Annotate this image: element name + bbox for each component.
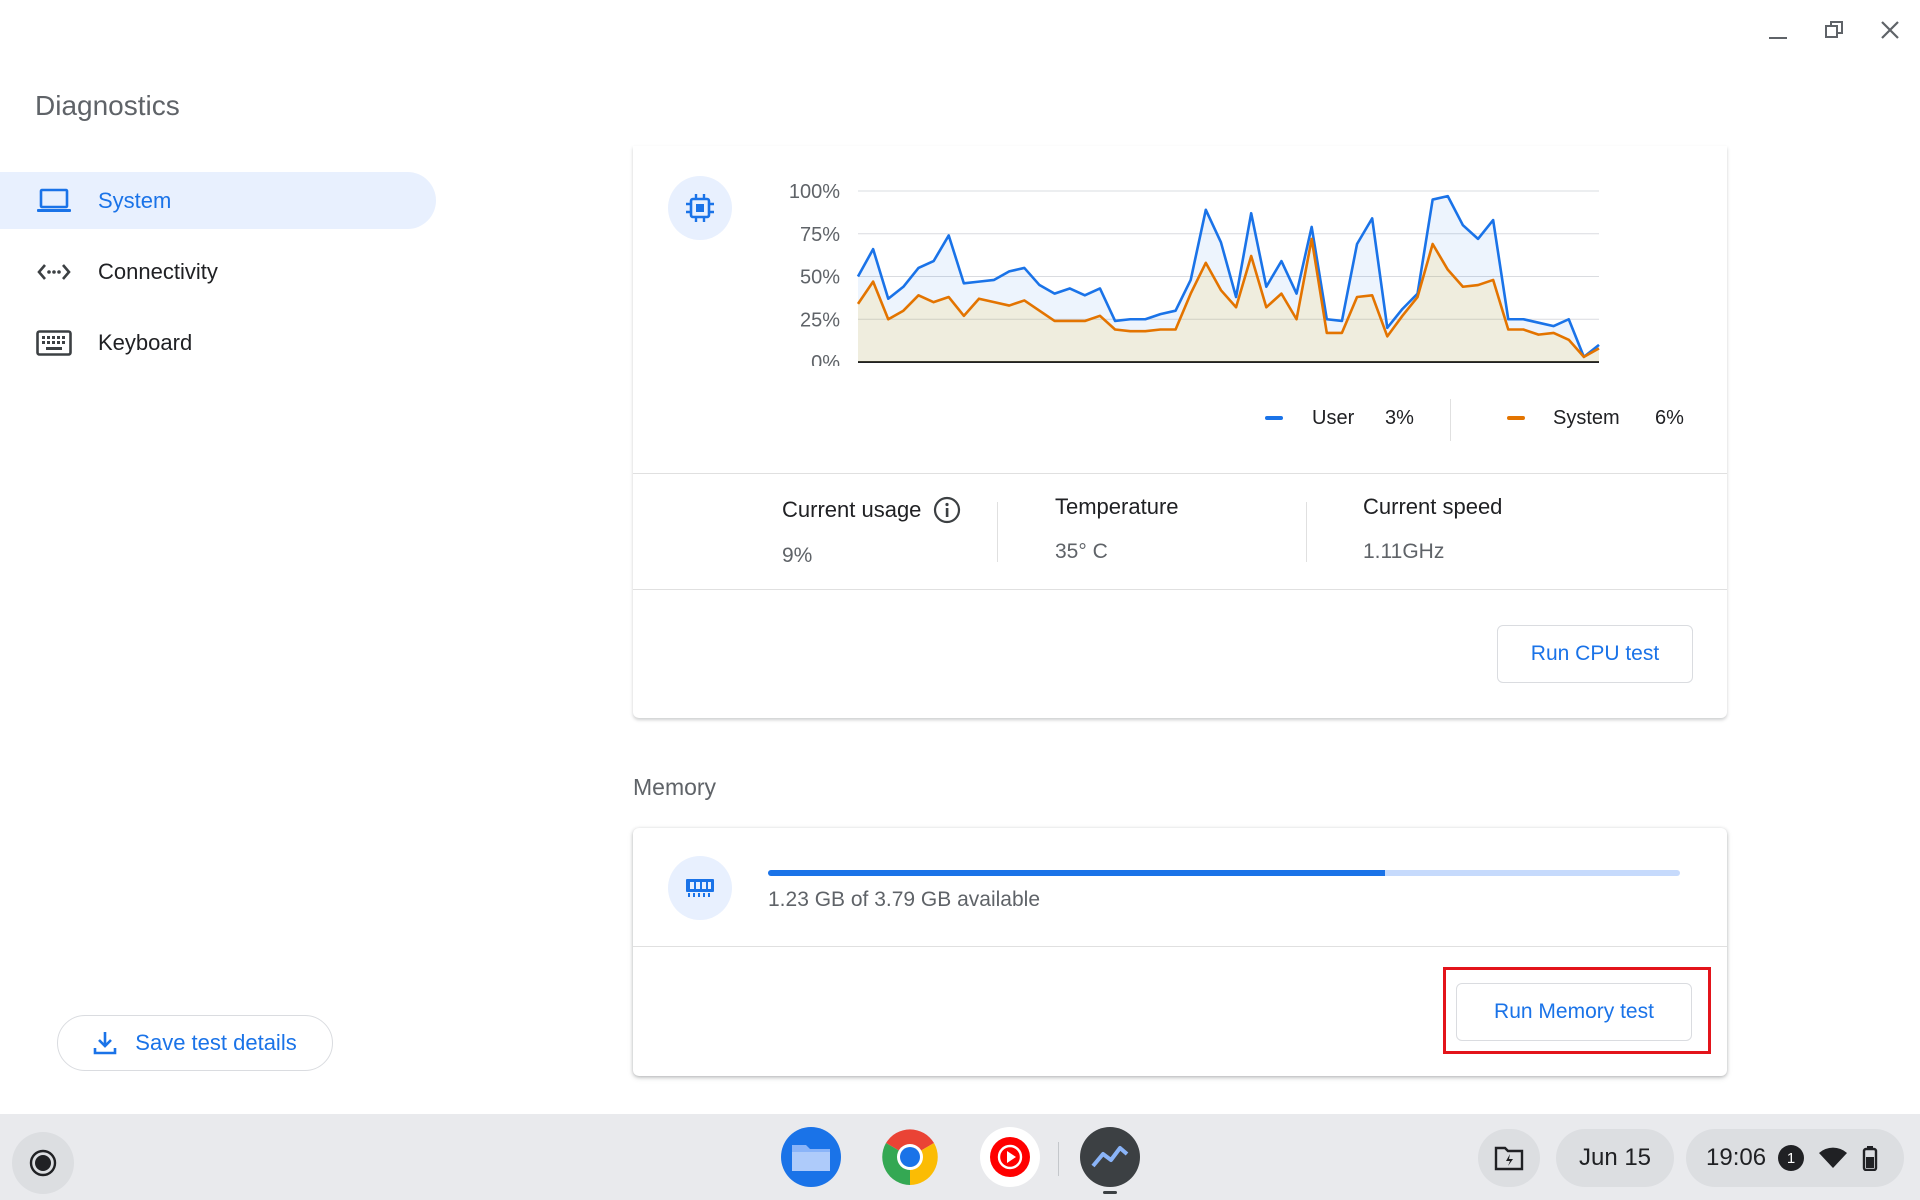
shelf-divider [1058,1142,1059,1176]
app-title: Diagnostics [35,90,180,121]
y-tick-label: 100% [789,181,840,203]
holding-space-button[interactable] [1478,1129,1540,1187]
keyboard-icon [36,329,72,357]
run-cpu-test-button[interactable]: Run CPU test [1497,625,1693,683]
files-icon [792,1145,830,1171]
y-tick-label: 25% [800,309,840,331]
chrome-icon [882,1129,938,1185]
launcher-icon [29,1149,57,1177]
memory-section-title: Memory [633,774,717,800]
legend-divider [1450,399,1451,441]
sidebar-item-connectivity[interactable]: Connectivity [0,243,436,300]
cpu-usage-chart: 100% 75% 50% 25% 0% [789,181,1600,366]
cpu-icon-circle [668,176,732,240]
temperature-value: 35° C [1055,540,1108,563]
cpu-card: 100% 75% 50% 25% 0% User 3% System 6% Curren… [633,146,1727,718]
legend-user-value: 3% [1385,407,1414,429]
battery-icon [1862,1146,1878,1171]
running-indicator [1103,1191,1117,1194]
time-text: 19:06 [1706,1144,1767,1171]
memory-icon-circle [668,856,732,920]
close-icon [1881,21,1899,39]
current-speed-label: Current speed [1363,494,1503,519]
user-legend-swatch [1265,416,1283,420]
system-legend-swatch [1507,416,1525,420]
current-usage-stat: Current usage 9% [782,496,961,568]
sidebar-item-label: Keyboard [98,329,193,355]
legend-system-label: System [1553,407,1620,429]
sidebar-nav: System Connectivity Keyboard [0,172,436,385]
window-controls [1762,14,1906,46]
current-usage-value: 9% [782,544,813,567]
legend-user-label: User [1312,407,1355,429]
youtube-music-app-button[interactable] [980,1127,1040,1187]
date-text: Jun 15 [1578,1144,1652,1171]
laptop-icon [36,187,72,215]
shelf: Jun 15 19:06 1 [0,1114,1920,1200]
sidebar-item-label: Connectivity [98,258,218,284]
current-speed-stat: Current speed 1.11GHz [1363,494,1502,564]
cpu-chart-legend: User 3% System 6% [633,399,1727,441]
divider [633,589,1727,590]
restore-button[interactable] [1818,14,1850,46]
date-tray[interactable]: Jun 15 [1556,1129,1674,1187]
y-tick-label: 0% [811,352,840,366]
memory-available-text: 1.23 GB of 3.79 GB available [768,888,1041,911]
temperature-label: Temperature [1055,494,1179,519]
run-memory-test-button[interactable]: Run Memory test [1456,983,1692,1041]
notification-badge: 1 [1778,1145,1805,1171]
holding-space-icon [1494,1146,1524,1171]
close-button[interactable] [1874,14,1906,46]
stat-divider [997,502,998,562]
memory-card: 1.23 GB of 3.79 GB available Run Memory … [633,828,1727,1076]
info-icon[interactable] [933,496,961,524]
save-button-label: Save test details [135,1030,297,1055]
connectivity-icon [36,258,72,286]
minimize-icon [1769,37,1787,39]
legend-system-value: 6% [1655,407,1684,429]
minimize-button[interactable] [1762,14,1794,46]
memory-chip-icon [686,879,714,897]
divider [633,473,1727,474]
sidebar-item-label: System [98,187,172,213]
sidebar-item-keyboard[interactable]: Keyboard [0,314,436,371]
memory-usage-bar [768,870,1680,876]
current-usage-label: Current usage [782,497,922,522]
sidebar-item-system[interactable]: System [0,172,436,229]
current-speed-value: 1.11GHz [1363,540,1445,563]
save-test-details-button[interactable]: Save test details [57,1015,333,1071]
temperature-stat: Temperature 35° C [1055,494,1179,564]
divider [633,946,1727,947]
memory-usage-bar-fill [768,870,1385,876]
launcher-button[interactable] [12,1132,74,1194]
download-icon [93,1032,117,1055]
y-tick-label: 75% [800,224,840,246]
diagnostics-app-button[interactable] [1080,1127,1140,1187]
youtube-music-icon [990,1137,1030,1177]
stat-divider [1306,502,1307,562]
files-app-button[interactable] [781,1127,841,1187]
cpu-chip-icon [686,194,714,222]
diagnostics-app-icon [1091,1146,1129,1168]
status-tray[interactable]: 19:06 1 [1686,1129,1904,1187]
chrome-app-button[interactable] [880,1127,940,1187]
wifi-icon [1819,1147,1848,1168]
y-tick-label: 50% [800,267,840,289]
restore-icon [1825,21,1843,38]
